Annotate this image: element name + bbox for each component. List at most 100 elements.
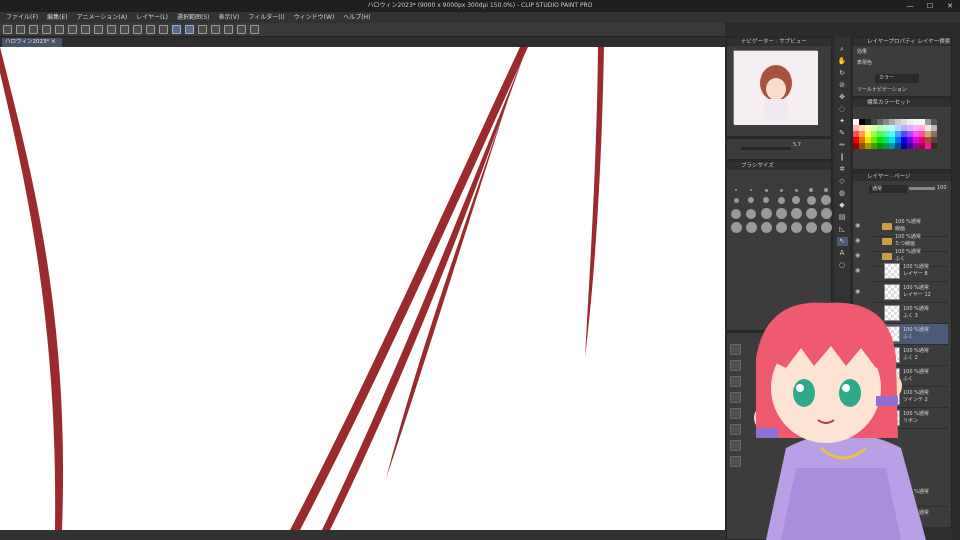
phone-icon[interactable] [224,25,233,34]
snap-grid-icon[interactable] [198,25,207,34]
display-color-select[interactable]: カラー [875,74,919,83]
app-icon[interactable] [3,25,12,34]
blend-mode-select[interactable]: 通常 [869,185,907,193]
airbrush-tool-icon[interactable]: ✲ [837,165,848,174]
hand-tool-icon[interactable]: ✋ [837,57,848,66]
tab-page[interactable]: ページ [894,174,910,180]
brush-size-3[interactable] [809,188,813,192]
text-tool-icon[interactable]: A [837,249,848,258]
tab-layer-search[interactable]: レイヤー検索 [917,39,950,45]
brush-size-15[interactable] [821,195,831,205]
brush-tool-icon[interactable]: ❙ [837,153,848,162]
layer-row[interactable]: ◉ 100 %通常 レイヤー 8 [855,261,948,282]
color-swatch[interactable] [931,143,937,149]
tab-navigator[interactable]: ナビゲーター [741,39,774,45]
brush-size-40[interactable] [790,208,802,219]
brush-size-2.5[interactable] [794,188,798,192]
maximize-button[interactable]: ☐ [920,0,940,12]
brush-size-25[interactable] [760,208,772,219]
magic-wand-tool-icon[interactable]: ✦ [837,117,848,126]
timelapse-icon[interactable] [237,25,246,34]
brush-size-1[interactable] [750,189,752,191]
pencil-tool-icon[interactable]: ✏ [837,141,848,150]
menu-file[interactable]: ファイル(F) [6,12,38,23]
drawing-canvas[interactable] [0,47,725,530]
menu-edit[interactable]: 編集(E) [47,12,67,23]
navigator-preview[interactable] [733,50,818,125]
show-selection-icon[interactable] [159,25,168,34]
invert-selection-icon[interactable] [146,25,155,34]
brush-size-20[interactable] [746,208,756,219]
zoom-slider[interactable] [741,147,791,150]
eyedropper-tool-icon[interactable]: ⊘ [837,81,848,90]
document-tab[interactable]: ハロウィン2023* ✕ [2,38,62,47]
brush-size-2[interactable] [779,188,783,192]
snap-special-ruler-icon[interactable] [185,25,194,34]
move-tool-icon[interactable]: ✥ [837,93,848,102]
brush-size-8[interactable] [777,196,785,204]
gradient-tool-icon[interactable]: ▤ [837,213,848,222]
brush-size-17[interactable] [731,208,741,219]
brush-size-150[interactable] [790,222,802,233]
new-icon[interactable] [16,25,25,34]
fill-tool-icon[interactable]: ◆ [837,201,848,210]
brush-size-6[interactable] [748,197,754,203]
minimize-button[interactable]: — [900,0,920,12]
snap-ruler-icon[interactable] [172,25,181,34]
menu-animation[interactable]: アニメーション(A) [77,12,128,23]
redo-icon[interactable] [68,25,77,34]
brush-size-30[interactable] [775,208,787,219]
brush-size-1.5[interactable] [764,188,768,192]
fill-icon[interactable] [94,25,103,34]
blend-tool-icon[interactable]: ◍ [837,189,848,198]
horizontal-scrollbar[interactable] [0,530,725,540]
device-icon[interactable] [211,25,220,34]
brush-size-50[interactable] [805,208,817,219]
undo-icon[interactable] [55,25,64,34]
save-icon[interactable] [42,25,51,34]
zoom-tool-icon[interactable]: ⌕ [837,45,848,54]
brush-size-7[interactable] [763,197,769,203]
opacity-slider[interactable] [909,187,935,190]
eye-icon[interactable]: ◉ [855,222,860,229]
menu-filter[interactable]: フィルター(I) [248,12,284,23]
lasso-tool-icon[interactable]: ◌ [837,105,848,114]
line-tool-icon[interactable]: ↖ [836,237,848,246]
tab-layer[interactable]: レイヤー [867,174,889,180]
eye-icon[interactable]: ◉ [855,237,860,244]
brush-size-100[interactable] [760,222,772,233]
brush-size-60[interactable] [820,208,832,219]
deselect-icon[interactable] [120,25,129,34]
brush-size-70[interactable] [730,222,742,233]
eraser-tool-icon[interactable]: ◇ [837,177,848,186]
transform-icon[interactable] [107,25,116,34]
brush-size-120[interactable] [775,222,787,233]
close-button[interactable]: ✕ [940,0,960,12]
rotate-tool-icon[interactable]: ↻ [837,69,848,78]
tab-subview[interactable]: サブビュー [779,39,807,45]
open-icon[interactable] [29,25,38,34]
brush-size-200[interactable] [820,222,832,233]
settings-icon[interactable] [250,25,259,34]
crop-icon[interactable] [133,25,142,34]
menu-window[interactable]: ウィンドウ(W) [294,12,335,23]
clear-icon[interactable] [81,25,90,34]
figure-tool-icon[interactable]: ◺ [837,225,848,234]
eye-icon[interactable]: ◉ [855,252,860,259]
brush-size-12[interactable] [806,195,816,205]
brush-size-80[interactable] [745,222,757,233]
brush-size-5[interactable] [733,197,739,203]
pen-tool-icon[interactable]: ✎ [837,129,848,138]
menu-view[interactable]: 表示(V) [219,12,240,23]
tab-layer-property[interactable]: レイヤープロパティ [867,39,916,45]
brush-size-170[interactable] [805,222,817,233]
menu-help[interactable]: ヘルプ(H) [343,12,370,23]
menu-selection[interactable]: 選択範囲(S) [177,12,210,23]
eye-icon[interactable]: ◉ [855,288,860,295]
brush-size-10[interactable] [792,196,800,204]
balloon-tool-icon[interactable]: ○ [837,261,848,270]
brush-size-4[interactable] [824,188,828,192]
eye-icon[interactable]: ◉ [855,267,860,274]
brush-size-0.7[interactable] [735,189,737,191]
menu-layer[interactable]: レイヤー(L) [136,12,168,23]
